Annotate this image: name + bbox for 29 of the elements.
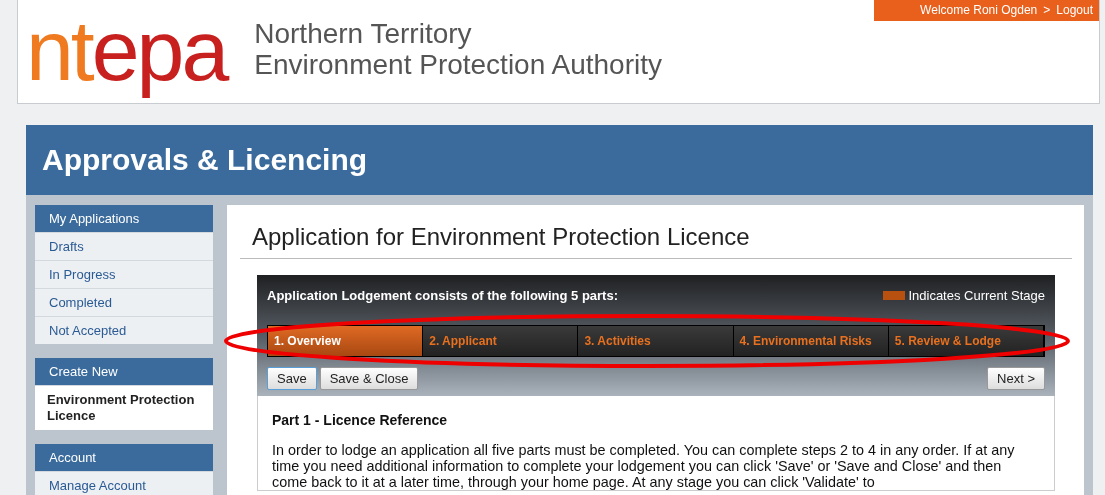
current-stage-swatch — [883, 291, 906, 300]
stage-intro: Application Lodgement consists of the following 5 parts: — [267, 288, 618, 303]
stage-tab[interactable]: 3. Activities — [578, 326, 734, 356]
legend-text: Indicates Current Stage — [908, 288, 1045, 303]
sidebar-item[interactable]: Completed — [35, 288, 213, 316]
next-button[interactable]: Next > — [987, 367, 1045, 390]
save-button[interactable]: Save & Close — [319, 367, 419, 390]
instructions-paragraph: In order to lodge an application all five parts must be completed. You can complete steps 2 to 4 in any order. If at any time you need additional information to complete your lodgement you can click 'Save' or 'Save and Close' and then come back to it at a later time, through your home page. At any stage you can click 'Validate' to — [272, 442, 1016, 490]
stage-tab[interactable]: 2. Applicant — [423, 326, 579, 356]
page-title: Application for Environment Protection Licence — [240, 219, 1072, 259]
save-button[interactable]: Save — [267, 367, 317, 390]
organisation-name: Northern Territory — [254, 18, 473, 49]
sidebar-item[interactable]: Manage Account — [35, 471, 213, 495]
sidebar-item[interactable]: Not Accepted — [35, 316, 213, 344]
stage-tab[interactable]: 4. Environmental Risks — [733, 326, 889, 356]
sidebar-heading: Account — [35, 444, 213, 471]
sidebar-item[interactable]: In Progress — [35, 260, 213, 288]
sidebar-item[interactable]: Drafts — [35, 232, 213, 260]
separator-text: > — [1043, 2, 1051, 19]
logo-text: ntepa — [26, 1, 227, 100]
welcome-text: Welcome Roni Ogden — [920, 2, 1038, 19]
sidebar-heading: Create New — [35, 358, 213, 385]
stage-tab[interactable]: 1. Overview — [268, 326, 424, 356]
organisation-name: Environment Protection Authority — [254, 49, 662, 80]
logout-link[interactable]: Logout — [1056, 0, 1093, 20]
sidebar-item[interactable]: Environment Protection Licence — [35, 385, 213, 430]
section-heading: Part 1 - Licence Reference — [272, 412, 449, 428]
banner-title: Approvals & Licencing — [42, 143, 368, 177]
sidebar-heading: My Applications — [35, 205, 213, 232]
